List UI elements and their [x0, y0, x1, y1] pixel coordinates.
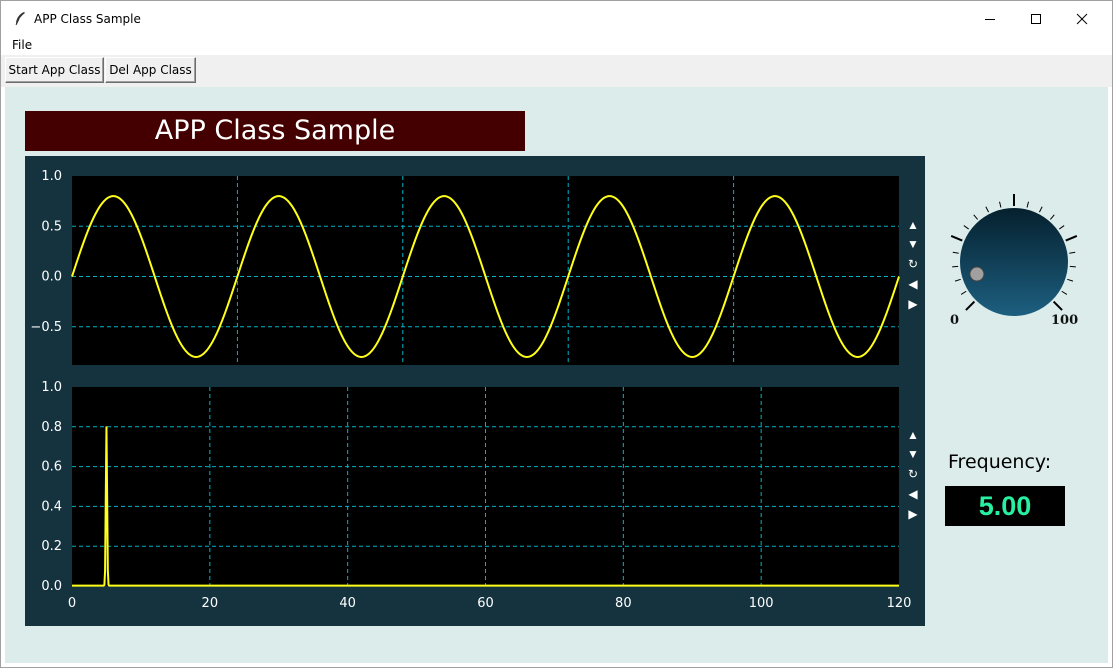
pan-right-button[interactable]: ▶ — [905, 506, 921, 522]
y-tick-label: 1.0 — [41, 169, 62, 184]
y-tick-label: 0.5 — [41, 219, 62, 234]
pan-down-button[interactable]: ▼ — [905, 446, 921, 462]
knob-indicator — [969, 266, 985, 282]
del-app-class-button[interactable]: Del App Class — [105, 57, 196, 83]
maximize-icon — [1031, 14, 1041, 24]
knob-tick — [1069, 251, 1076, 254]
app-window: APP Class Sample File Start App Class De… — [0, 0, 1113, 668]
y-tick-label: 0.2 — [41, 539, 62, 554]
pan-right-button[interactable]: ▶ — [905, 296, 921, 312]
maximize-button[interactable] — [1013, 1, 1059, 37]
pan-down-button[interactable]: ▼ — [905, 236, 921, 252]
y-tick-label: 0.0 — [41, 270, 62, 285]
knob-tick — [1038, 206, 1043, 213]
y-tick-label: 0.6 — [41, 460, 62, 475]
client-area: APP Class Sample 1.0 0.5 0.0 −0.5 0 20 40 60 80 1… — [5, 87, 1108, 663]
knob-dial — [960, 208, 1068, 316]
reset-view-button[interactable]: ↻ — [905, 466, 921, 482]
x-tick-label: 0 — [68, 596, 76, 611]
minimize-button[interactable] — [967, 1, 1013, 37]
x-tick-label: 60 — [477, 596, 494, 611]
knob-tick — [963, 225, 969, 230]
menu-bar: File — [1, 37, 1112, 55]
start-app-class-button[interactable]: Start App Class — [5, 57, 104, 83]
knob-tick — [1061, 290, 1068, 295]
bottom-plot-nav: ▲ ▼ ↻ ◀ ▶ — [905, 427, 921, 539]
top-plot-area — [72, 176, 899, 365]
frequency-label: Frequency: — [948, 451, 1052, 473]
toolbar: Start App Class Del App Class — [1, 55, 1112, 87]
y-tick-label: −0.5 — [30, 320, 62, 335]
knob-tick — [950, 235, 963, 242]
x-tick-label: 40 — [339, 596, 356, 611]
y-tick-label: 1.0 — [41, 380, 62, 395]
pan-left-button[interactable]: ◀ — [905, 486, 921, 502]
pan-up-button[interactable]: ▲ — [905, 427, 921, 443]
knob-tick — [952, 251, 959, 254]
pan-up-button[interactable]: ▲ — [905, 217, 921, 233]
title-bar[interactable]: APP Class Sample — [1, 1, 1112, 37]
frequency-value-display: 5.00 — [945, 486, 1065, 526]
plots-canvas: 1.0 0.5 0.0 −0.5 0 20 40 60 80 100 120 1.0 0.8 0.6 0.4… — [30, 169, 912, 611]
y-tick-label: 0.8 — [41, 420, 62, 435]
knob-tick — [1059, 225, 1065, 230]
feather-icon — [15, 12, 25, 26]
knob-tick — [965, 300, 976, 311]
knob-tick — [1026, 201, 1029, 208]
y-tick-label: 0.0 — [41, 579, 62, 594]
y-tick-label: 0.4 — [41, 499, 62, 514]
minimize-icon — [985, 19, 995, 20]
knob-tick — [1049, 214, 1055, 220]
plot-panel: 1.0 0.5 0.0 −0.5 0 20 40 60 80 100 120 1.0 0.8 0.6 0.4… — [25, 156, 925, 626]
menu-file[interactable]: File — [12, 38, 32, 52]
x-tick-label: 120 — [887, 596, 912, 611]
knob-tick — [1065, 235, 1078, 242]
top-plot-nav: ▲ ▼ ↻ ◀ ▶ — [905, 217, 921, 329]
reset-view-button[interactable]: ↻ — [905, 256, 921, 272]
knob-tick — [1067, 278, 1074, 282]
knob-min-label: 0 — [950, 313, 960, 328]
knob-tick — [973, 214, 979, 220]
knob-tick — [960, 290, 967, 295]
knob-tick — [985, 206, 990, 213]
knob-tick — [999, 201, 1002, 208]
frequency-knob[interactable] — [945, 189, 1095, 319]
close-button[interactable] — [1059, 1, 1105, 37]
knob-max-label: 100 — [1051, 313, 1079, 328]
pan-left-button[interactable]: ◀ — [905, 276, 921, 292]
x-tick-label: 20 — [202, 596, 219, 611]
knob-tick — [954, 278, 961, 282]
close-icon — [1076, 13, 1088, 25]
x-tick-label: 80 — [615, 596, 632, 611]
x-tick-label: 100 — [749, 596, 774, 611]
page-title: APP Class Sample — [25, 111, 525, 151]
window-title: APP Class Sample — [34, 12, 141, 26]
knob-tick — [1052, 300, 1063, 311]
